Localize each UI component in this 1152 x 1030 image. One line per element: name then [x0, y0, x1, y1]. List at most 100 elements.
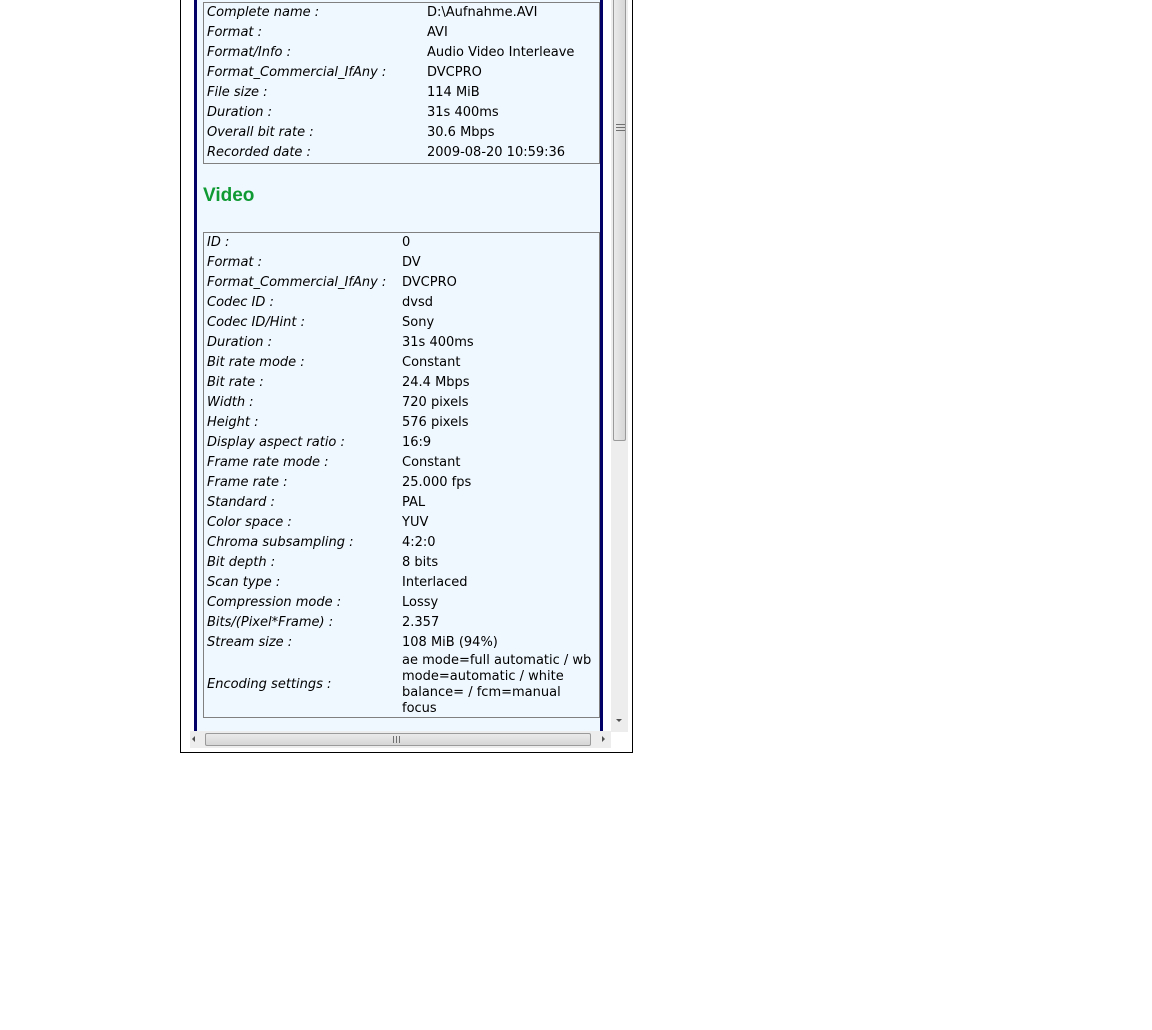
info-row: Duration : 31s 400ms — [204, 333, 599, 353]
field-label: Encoding settings : — [207, 677, 332, 692]
info-row: Bit rate mode : Constant — [204, 353, 599, 373]
field-value: dvsd — [402, 295, 433, 310]
field-value: Constant — [402, 455, 461, 470]
info-row: Stream size : 108 MiB (94%) — [204, 633, 599, 653]
field-value: 114 MiB — [427, 85, 480, 100]
field-value: 2.357 — [402, 615, 440, 630]
info-row: Format_Commercial_IfAny : DVCPRO — [204, 273, 599, 293]
field-value: Interlaced — [402, 575, 468, 590]
field-label: Compression mode : — [207, 595, 342, 610]
field-value: DVCPRO — [402, 275, 457, 290]
mediainfo-window: Complete name : D:\Aufnahme.AVI Format : AV… — [180, 0, 633, 753]
field-label: Overall bit rate : — [207, 125, 314, 140]
info-row: Format_Commercial_IfAny : DVCPRO — [204, 63, 599, 83]
field-value: 8 bits — [402, 555, 439, 570]
field-value: 720 pixels — [402, 395, 469, 410]
field-label: Codec ID/Hint : — [207, 315, 306, 330]
field-value: 24.4 Mbps — [402, 375, 470, 390]
vertical-scrollbar-thumb[interactable] — [613, 0, 626, 441]
scroll-right-arrow-icon[interactable] — [602, 736, 605, 742]
info-row: Scan type : Interlaced — [204, 573, 599, 593]
field-label: Duration : — [207, 335, 272, 350]
field-label: Recorded date : — [207, 145, 311, 160]
scroll-left-arrow-icon[interactable] — [192, 736, 195, 742]
info-row: Color space : YUV — [204, 513, 599, 533]
field-label: Format_Commercial_IfAny : — [207, 275, 387, 290]
field-label: Stream size : — [207, 635, 293, 650]
field-label: Width : — [207, 395, 254, 410]
info-row: Height : 576 pixels — [204, 413, 599, 433]
info-row: Width : 720 pixels — [204, 393, 599, 413]
field-value: 16:9 — [402, 435, 432, 450]
info-row: Format/Info : Audio Video Interleave — [204, 43, 599, 63]
vertical-scrollbar[interactable] — [611, 0, 628, 732]
horizontal-scrollbar-thumb[interactable] — [205, 733, 591, 746]
info-row: Compression mode : Lossy — [204, 593, 599, 613]
field-label: Bit rate : — [207, 375, 264, 390]
grip-icon — [616, 122, 625, 131]
field-value: 0 — [402, 235, 411, 250]
field-value: 576 pixels — [402, 415, 469, 430]
field-value: 31s 400ms — [402, 335, 474, 350]
info-row: Codec ID/Hint : Sony — [204, 313, 599, 333]
field-label: Height : — [207, 415, 259, 430]
field-label: Color space : — [207, 515, 292, 530]
field-value: 25.000 fps — [402, 475, 472, 490]
field-value: 4:2:0 — [402, 535, 436, 550]
field-value: D:\Aufnahme.AVI — [427, 5, 538, 20]
field-label: Frame rate mode : — [207, 455, 329, 470]
info-row: Frame rate mode : Constant — [204, 453, 599, 473]
field-value: Audio Video Interleave — [427, 45, 575, 60]
scroll-down-arrow-icon[interactable] — [616, 719, 622, 722]
field-label: Bits/(Pixel*Frame) : — [207, 615, 334, 630]
field-value: 108 MiB (94%) — [402, 635, 498, 650]
info-row: Display aspect ratio : 16:9 — [204, 433, 599, 453]
field-value: DV — [402, 255, 421, 270]
horizontal-scrollbar[interactable] — [190, 731, 611, 748]
info-row: ID : 0 — [204, 233, 599, 253]
field-label: Codec ID : — [207, 295, 274, 310]
field-label: Frame rate : — [207, 475, 288, 490]
field-value: 30.6 Mbps — [427, 125, 495, 140]
info-row: Overall bit rate : 30.6 Mbps — [204, 123, 599, 143]
info-row: Chroma subsampling : 4:2:0 — [204, 533, 599, 553]
field-value: DVCPRO — [427, 65, 482, 80]
field-label: Format : — [207, 255, 263, 270]
field-label: ID : — [207, 235, 230, 250]
info-row: Frame rate : 25.000 fps — [204, 473, 599, 493]
field-value: 31s 400ms — [427, 105, 499, 120]
field-label: Format : — [207, 25, 263, 40]
field-label: Bit rate mode : — [207, 355, 305, 370]
general-info-table: Complete name : D:\Aufnahme.AVI Format : AV… — [203, 2, 600, 164]
report-content: Complete name : D:\Aufnahme.AVI Format : AV… — [194, 0, 603, 732]
field-label: Duration : — [207, 105, 272, 120]
field-label: Bit depth : — [207, 555, 276, 570]
grip-icon — [392, 736, 401, 743]
video-info-table: ID : 0 Format : DV Format_Commercial_IfAny :… — [203, 232, 600, 718]
info-row: Duration : 31s 400ms — [204, 103, 599, 123]
info-row: Recorded date : 2009-08-20 10:59:36 — [204, 143, 599, 163]
field-label: Complete name : — [207, 5, 320, 20]
info-row: Encoding settings : ae mode=full automati… — [204, 653, 599, 717]
field-label: Format/Info : — [207, 45, 291, 60]
info-row: Bit rate : 24.4 Mbps — [204, 373, 599, 393]
info-row: Complete name : D:\Aufnahme.AVI — [204, 3, 599, 23]
field-label: Scan type : — [207, 575, 281, 590]
field-value: AVI — [427, 25, 448, 40]
info-row: Standard : PAL — [204, 493, 599, 513]
field-label: Format_Commercial_IfAny : — [207, 65, 387, 80]
info-row: Codec ID : dvsd — [204, 293, 599, 313]
info-row: Format : DV — [204, 253, 599, 273]
info-row: Bits/(Pixel*Frame) : 2.357 — [204, 613, 599, 633]
field-label: Standard : — [207, 495, 275, 510]
field-value: Lossy — [402, 595, 439, 610]
field-value: 2009-08-20 10:59:36 — [427, 145, 566, 160]
report-viewport: Complete name : D:\Aufnahme.AVI Format : AV… — [194, 0, 603, 732]
info-row: File size : 114 MiB — [204, 83, 599, 103]
field-value: PAL — [402, 495, 426, 510]
info-row: Bit depth : 8 bits — [204, 553, 599, 573]
info-row: Format : AVI — [204, 23, 599, 43]
field-value: Constant — [402, 355, 461, 370]
field-label: Display aspect ratio : — [207, 435, 345, 450]
field-value: ae mode=full automatic / wb mode=automat… — [402, 653, 592, 716]
